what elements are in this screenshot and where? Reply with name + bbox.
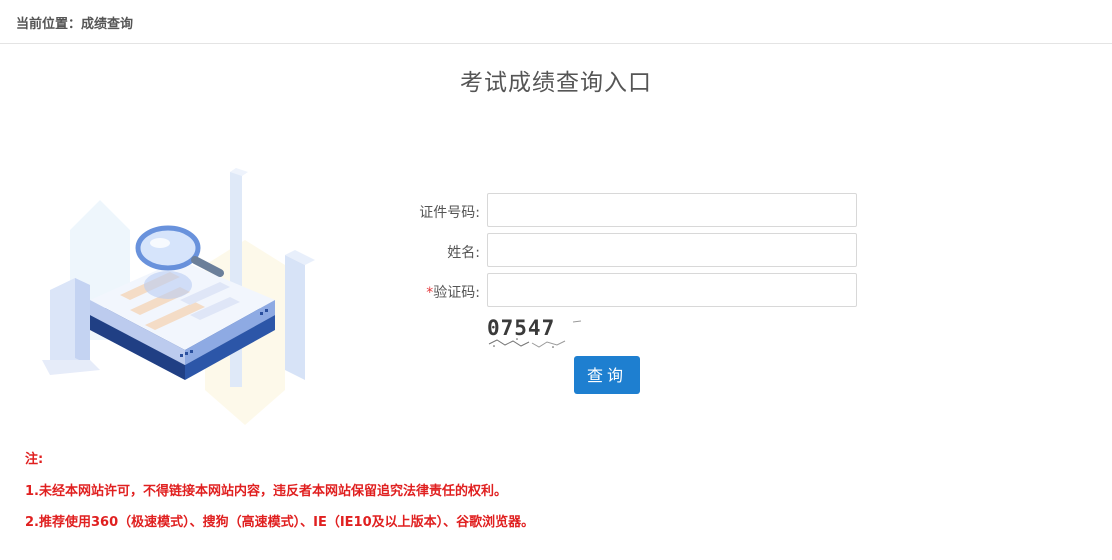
id-number-label: 证件号码: [419, 205, 480, 221]
captcha-label: 验证码: [433, 285, 480, 301]
name-label: 姓名: [447, 245, 480, 261]
captcha-image[interactable]: 07547 [487, 314, 587, 348]
page-title: 考试成绩查询入口 [460, 70, 652, 96]
captcha-image-text: 07547 [487, 316, 555, 340]
captcha-input[interactable] [487, 273, 857, 307]
query-button[interactable]: 查询 [574, 356, 640, 394]
captcha-row: *验证码: [390, 273, 860, 307]
name-input[interactable] [487, 233, 857, 267]
breadcrumb-text: 当前位置：成绩查询 [16, 17, 134, 32]
name-row: 姓名: [390, 233, 860, 267]
magnifier-over-document-icon [42, 168, 315, 425]
id-number-input[interactable] [487, 193, 857, 227]
notice-heading: 注: [25, 452, 44, 467]
id-number-row: 证件号码: [390, 193, 860, 227]
breadcrumb: 当前位置：成绩查询 [0, 0, 1112, 44]
captcha-label-wrap: *验证码: [390, 282, 480, 302]
notice-item: 1.未经本网站许可，不得链接本网站内容，违反者本网站保留追究法律责任的权利。 [25, 484, 507, 499]
notice-item: 2.推荐使用360（极速模式）、搜狗（高速模式）、IE（IE10及以上版本）、谷… [25, 515, 535, 530]
